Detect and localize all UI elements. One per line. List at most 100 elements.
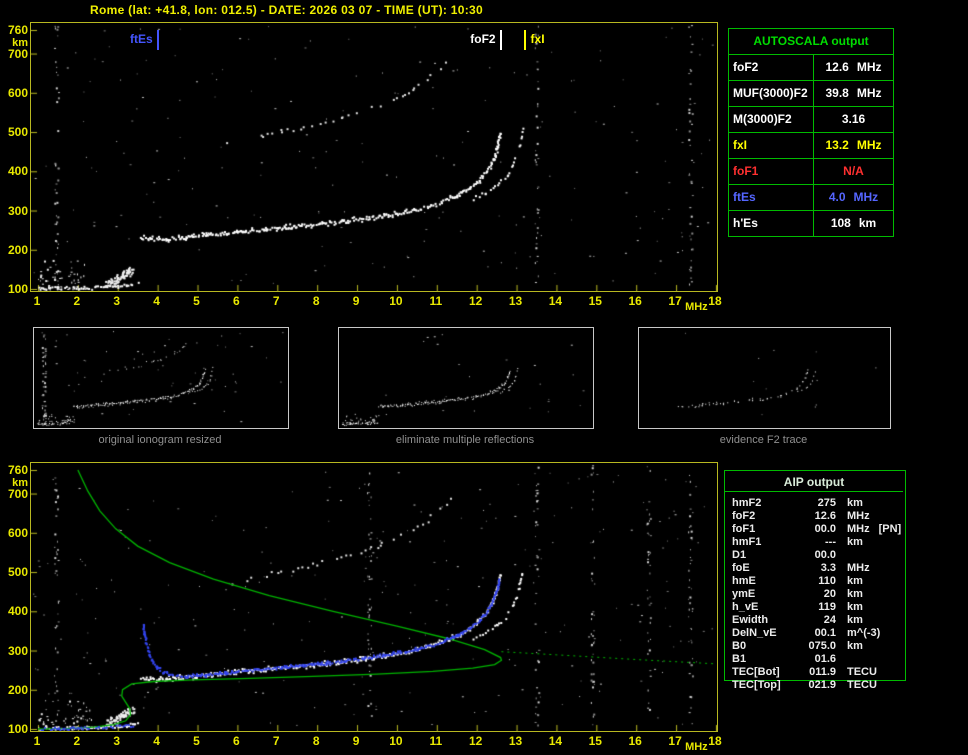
aip-param-name: TEC[Top] <box>732 679 781 691</box>
autoscala-row: M(3000)F2 3.16 <box>729 107 893 133</box>
x-axis-tick-label: 4 <box>153 734 160 748</box>
aip-param-name: Ewidth <box>732 614 769 626</box>
autoscala-table-rows: foF2 12.6 MHz MUF(3000)F2 39.8 MHz M(3000)F2 3.… <box>729 55 893 236</box>
aip-param-name: h_vE <box>732 601 759 613</box>
aip-row: hmF2 275 km <box>724 497 904 510</box>
autoscala-param: foF2 <box>729 55 814 80</box>
aip-note: [PN] <box>878 523 902 535</box>
x-axis-tick-label: 3 <box>113 734 121 748</box>
x-axis-tick-label: 7 <box>272 734 280 748</box>
aip-row: ymE 20 km <box>724 588 904 601</box>
station-date-header: Rome (lat: +41.8, lon: 012.5) - DATE: 20… <box>90 3 483 17</box>
x-axis-tick-label: 15 <box>588 734 602 748</box>
y-axis-tick-label: 100 <box>7 722 28 736</box>
autoscala-value: 12.6 MHz <box>814 55 893 80</box>
x-axis-tick-label: 5 <box>193 294 200 308</box>
aip-param-name: ymE <box>732 588 756 600</box>
ftes-marker-label: ftEs <box>129 32 153 46</box>
x-axis-tick-label: 12 <box>468 734 483 748</box>
aip-unit: km <box>847 588 863 600</box>
fof2-marker-label: foF2 <box>470 32 496 46</box>
x-axis-tick-label: 2 <box>73 294 81 308</box>
aip-table-rows: hmF2 275 km foF2 12.6 MHz foF1 00.0 MHz [PN] hmF1 -… <box>724 497 904 692</box>
x-axis-tick-label: 10 <box>389 294 403 308</box>
y-axis-tick-label: 400 <box>7 164 28 179</box>
autoscala-value: 39.8 MHz <box>814 81 893 106</box>
aip-param-name: foF2 <box>732 510 756 522</box>
autoscala-value-unit: MHz <box>856 86 882 100</box>
aip-param-name: hmE <box>732 575 756 587</box>
autoscala-value-number: 4.0 <box>828 190 846 204</box>
autoscala-value-unit: MHz <box>856 60 882 74</box>
x-axis-tick-label: 16 <box>628 294 642 308</box>
autoscala-value-unit: km <box>858 216 877 230</box>
autoscala-value-number: 12.6 <box>825 60 849 74</box>
thumbnail-multiple-reflections <box>338 327 594 429</box>
y-axis-tick-label: 400 <box>7 604 28 619</box>
thumbnail-reflections-canvas <box>339 328 593 428</box>
y-axis-tick-label: 300 <box>7 203 28 218</box>
x-axis-tick-label: 3 <box>113 294 121 308</box>
aip-row: h_vE 119 km <box>724 601 904 614</box>
autoscala-value-number: 39.8 <box>825 86 849 100</box>
x-axis-tick-label: 14 <box>548 294 563 308</box>
aip-value: --- <box>825 536 836 548</box>
aip-unit: km <box>847 536 863 548</box>
bottom-ionogram-panel <box>30 462 718 732</box>
aip-row: hmF1 --- km <box>724 536 904 549</box>
aip-unit: km <box>847 640 863 652</box>
thumbnail-caption-f2: evidence F2 trace <box>719 434 808 446</box>
aip-value: 00.1 <box>814 627 836 639</box>
aip-row: TEC[Bot] 011.9 TECU <box>724 666 904 679</box>
aip-value: 110 <box>818 575 836 587</box>
fof2-marker-line <box>499 30 502 50</box>
x-axis-tick-label: 10 <box>389 734 403 748</box>
autoscala-row: foF2 12.6 MHz <box>729 55 893 81</box>
thumbnail-caption-reflections: eliminate multiple reflections <box>395 434 535 446</box>
aip-unit: MHz <box>847 562 870 574</box>
x-axis-tick-label: 8 <box>312 294 320 308</box>
x-axis-unit-label: MHz <box>685 301 708 313</box>
aip-unit: m^(-3) <box>847 627 881 639</box>
aip-row: B1 01.6 <box>724 653 904 666</box>
aip-unit: km <box>847 497 863 509</box>
x-axis-tick-label: 6 <box>233 294 240 308</box>
x-axis-tick-label: 11 <box>429 734 443 748</box>
x-axis-unit-label: MHz <box>685 741 708 753</box>
aip-output-table: AIP output hmF2 275 km foF2 12.6 MHz foF1 00.0 M… <box>724 470 904 692</box>
autoscala-param: h'Es <box>729 211 814 236</box>
aip-param-name: DelN_vE <box>732 627 777 639</box>
autoscala-value: 13.2 MHz <box>814 133 893 158</box>
aip-unit: TECU <box>847 679 877 691</box>
aip-row: foE 3.3 MHz <box>724 562 904 575</box>
y-axis-tick-label: 600 <box>7 525 28 540</box>
aip-value: 3.3 <box>820 562 836 574</box>
autoscala-value: 4.0 MHz <box>814 185 893 210</box>
autoscala-value: 3.16 <box>814 107 893 132</box>
aip-value: 275 <box>817 497 836 509</box>
autoscala-param: ftEs <box>729 185 814 210</box>
x-axis-tick-label: 6 <box>233 734 240 748</box>
y-axis-tick-label: 500 <box>7 565 28 580</box>
autoscala-value: N/A <box>814 159 893 184</box>
y-axis-unit-label: km <box>12 477 28 489</box>
x-axis-tick-label: 12 <box>468 294 483 308</box>
aip-unit: km <box>847 601 863 613</box>
autoscala-app-window: { "window": { "title": "Rome (lat: +41.8… <box>0 0 968 755</box>
autoscala-value-number: 13.2 <box>825 138 849 152</box>
aip-param-name: D1 <box>732 549 747 561</box>
x-axis-tick-label: 17 <box>668 294 682 308</box>
x-axis-tick-label: 4 <box>153 294 160 308</box>
y-axis-tick-label: 100 <box>7 282 28 296</box>
aip-value: 20 <box>823 588 836 600</box>
aip-param-name: B0 <box>732 640 747 652</box>
top-ionogram-panel: ftEs foF2 fxI <box>30 22 718 292</box>
x-axis-tick-label: 9 <box>352 734 360 748</box>
autoscala-row: ftEs 4.0 MHz <box>729 185 893 211</box>
y-axis-tick-label: 500 <box>7 125 28 140</box>
aip-param-name: hmF2 <box>732 497 762 509</box>
thumbnail-original-ionogram <box>33 327 289 429</box>
y-axis-tick-label: 760 <box>7 463 28 477</box>
aip-value: 12.6 <box>814 510 836 522</box>
x-axis-tick-label: 1 <box>33 734 41 748</box>
